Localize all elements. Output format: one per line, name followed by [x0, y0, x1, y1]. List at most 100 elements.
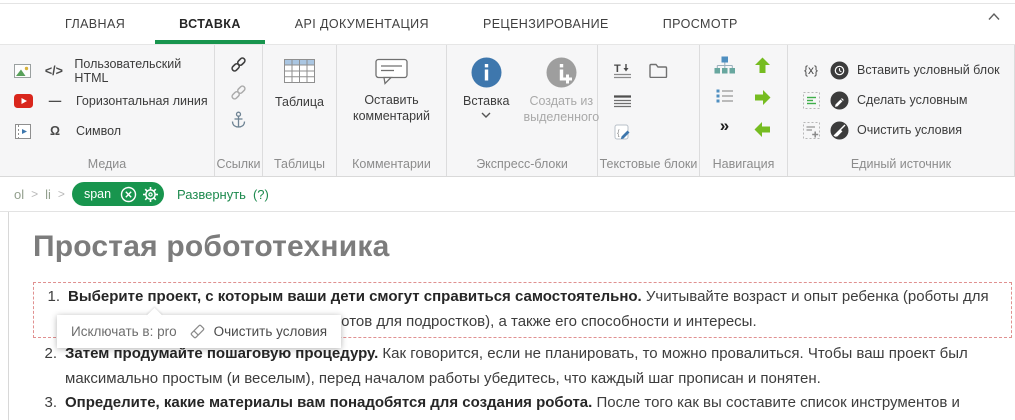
clear-conditions-action[interactable]: Очистить условия — [188, 322, 327, 341]
tab-review[interactable]: РЕЦЕНЗИРОВАНИЕ — [456, 4, 636, 44]
tab-api-documentation[interactable]: API ДОКУМЕНТАЦИЯ — [268, 4, 456, 44]
insert-conditional-block-button[interactable]: {x} Вставить условный блок — [800, 55, 1014, 85]
tab-home[interactable]: ГЛАВНАЯ — [38, 4, 152, 44]
group-label-navigation: Навигация — [712, 157, 775, 171]
custom-html-label: Пользовательский HTML — [74, 57, 182, 85]
app-window: ГЛАВНАЯ ВСТАВКА API ДОКУМЕНТАЦИЯ РЕЦЕНЗИ… — [0, 0, 1015, 420]
ribbon-group-tables: Таблица Таблицы — [263, 45, 337, 176]
svg-text:T: T — [614, 63, 621, 75]
custom-html-button[interactable]: </> Пользовательский HTML — [12, 56, 214, 86]
paragraph-lines-icon[interactable] — [614, 95, 631, 108]
ribbon: </> Пользовательский HTML — Горизонтальн… — [0, 44, 1015, 177]
expand-action[interactable]: Развернуть — [177, 187, 246, 202]
condition-lines-icon — [800, 91, 822, 109]
list-item: 3. Определите, какие материалы вам понад… — [33, 391, 1015, 420]
group-label-tables: Таблицы — [273, 157, 326, 171]
list-item-number: 3. — [44, 394, 57, 411]
table-button-label: Таблица — [274, 95, 324, 109]
ribbon-group-navigation: » Навигация — [700, 45, 788, 176]
insert-snippet-label: Вставка — [463, 94, 510, 108]
ribbon-group-media: </> Пользовательский HTML — Горизонтальн… — [0, 45, 215, 176]
ribbon-group-text-blocks: T { Текстовые блоки — [598, 45, 700, 176]
collapse-ribbon-icon[interactable] — [987, 12, 1003, 24]
condition-lines-plus-icon — [800, 121, 822, 139]
list-item-bold-text: Определите, какие материалы вам понадобя… — [65, 394, 593, 411]
breadcrumbs-proxy-icon[interactable]: » — [720, 117, 729, 135]
ribbon-group-single-source: {x} Вставить условный блок Сделать услов… — [788, 45, 1015, 176]
insert-conditional-block-label: Вставить условный блок — [857, 63, 1000, 77]
image-icon — [12, 64, 33, 78]
video-icon — [12, 123, 34, 139]
ribbon-group-quick-blocks: Вставка Создать из выделенного Экспресс-… — [447, 45, 599, 176]
chevron-right-icon: > — [31, 187, 39, 201]
eraser-icon — [188, 322, 207, 341]
ribbon-tab-bar: ГЛАВНАЯ ВСТАВКА API ДОКУМЕНТАЦИЯ РЕЦЕНЗИ… — [0, 4, 1015, 44]
group-label-links: Ссылки — [216, 157, 261, 171]
youtube-icon — [12, 94, 34, 108]
symbol-label: Символ — [76, 124, 122, 138]
ribbon-group-comments: Оставить комментарий Комментарии — [337, 45, 447, 176]
info-circle-icon — [471, 57, 502, 88]
table-button[interactable]: Таблица — [275, 45, 324, 109]
condition-pencil-crossed-icon — [830, 121, 849, 140]
comment-bubble-icon — [374, 58, 409, 85]
insert-snippet-button[interactable]: Вставка — [463, 57, 509, 125]
sitemap-icon[interactable] — [714, 56, 735, 75]
list-item-bold-text: Выберите проект, с которым ваши дети смо… — [68, 288, 642, 305]
omega-icon: Ω — [49, 124, 61, 138]
anchor-icon[interactable] — [230, 111, 247, 129]
svg-text:{: { — [617, 128, 620, 137]
tag-settings-gear-icon[interactable] — [142, 186, 159, 203]
clear-conditions-button[interactable]: Очистить условия — [800, 115, 1014, 145]
condition-clock-icon — [830, 61, 849, 80]
clear-conditions-action-label: Очистить условия — [213, 324, 328, 339]
dash-icon: — — [48, 94, 62, 108]
hyperlink-icon[interactable] — [229, 55, 248, 74]
selected-tag-pill[interactable]: span — [71, 182, 165, 206]
insert-text-icon[interactable]: T — [614, 62, 633, 79]
tab-insert[interactable]: ВСТАВКА — [152, 4, 268, 44]
arrow-up-icon[interactable] — [753, 56, 772, 75]
group-label-single-source: Единый источник — [850, 157, 952, 171]
make-conditional-button[interactable]: Сделать условным — [800, 85, 1014, 115]
remove-tag-icon[interactable] — [120, 186, 137, 203]
page-title: Простая робототехника — [33, 230, 390, 263]
group-label-media: Медиа — [87, 157, 127, 171]
code-icon: </> — [44, 64, 63, 78]
group-label-text-blocks: Текстовые блоки — [599, 157, 698, 171]
clear-conditions-label: Очистить условия — [857, 123, 963, 137]
selected-tag-label: span — [83, 187, 112, 201]
arrow-left-icon[interactable] — [753, 120, 772, 139]
leave-comment-button[interactable]: Оставить комментарий — [346, 45, 438, 124]
folder-icon[interactable] — [649, 63, 668, 78]
ordered-list: 1. Выберите проект, с которым ваши дети … — [33, 282, 1015, 420]
expand-help-hint[interactable]: (?) — [253, 187, 269, 202]
create-from-selection-button[interactable]: Создать из выделенного — [523, 57, 599, 125]
condition-pencil-icon — [830, 91, 849, 110]
breadcrumb-tag-li[interactable]: li — [45, 187, 51, 202]
braces-x-icon: {x} — [803, 63, 818, 77]
table-icon — [283, 58, 315, 84]
chevron-down-icon — [481, 112, 491, 118]
create-from-selection-label: Создать из выделенного — [523, 94, 600, 124]
chevron-right-icon: > — [57, 187, 65, 201]
horizontal-line-label: Горизонтальная линия — [76, 94, 208, 108]
make-conditional-label: Сделать условным — [857, 93, 968, 107]
info-circle-plus-icon — [546, 57, 577, 88]
list-item-number: 2. — [44, 345, 57, 362]
list-item: 2. Затем продумайте пошаговую процедуру.… — [33, 342, 1015, 391]
arrow-right-icon[interactable] — [753, 88, 772, 107]
tab-view[interactable]: ПРОСМОТР — [636, 4, 765, 44]
mini-toc-icon[interactable] — [716, 88, 734, 104]
condition-tooltip: Исключать в: pro Очистить условия — [57, 315, 342, 348]
breadcrumb-tag-ol[interactable]: ol — [14, 187, 24, 202]
group-label-quick-blocks: Экспресс-блоки — [476, 157, 568, 171]
group-label-comments: Комментарии — [352, 157, 431, 171]
variable-edit-icon[interactable]: { — [614, 124, 632, 142]
ribbon-group-links: Ссылки — [215, 45, 263, 176]
condition-exclude-label: Исключать в: pro — [71, 324, 177, 339]
symbol-button[interactable]: Ω Символ — [12, 116, 214, 146]
leave-comment-label: Оставить комментарий — [352, 93, 431, 123]
cross-reference-link-icon[interactable] — [229, 83, 248, 102]
horizontal-line-button[interactable]: — Горизонтальная линия — [12, 86, 214, 116]
